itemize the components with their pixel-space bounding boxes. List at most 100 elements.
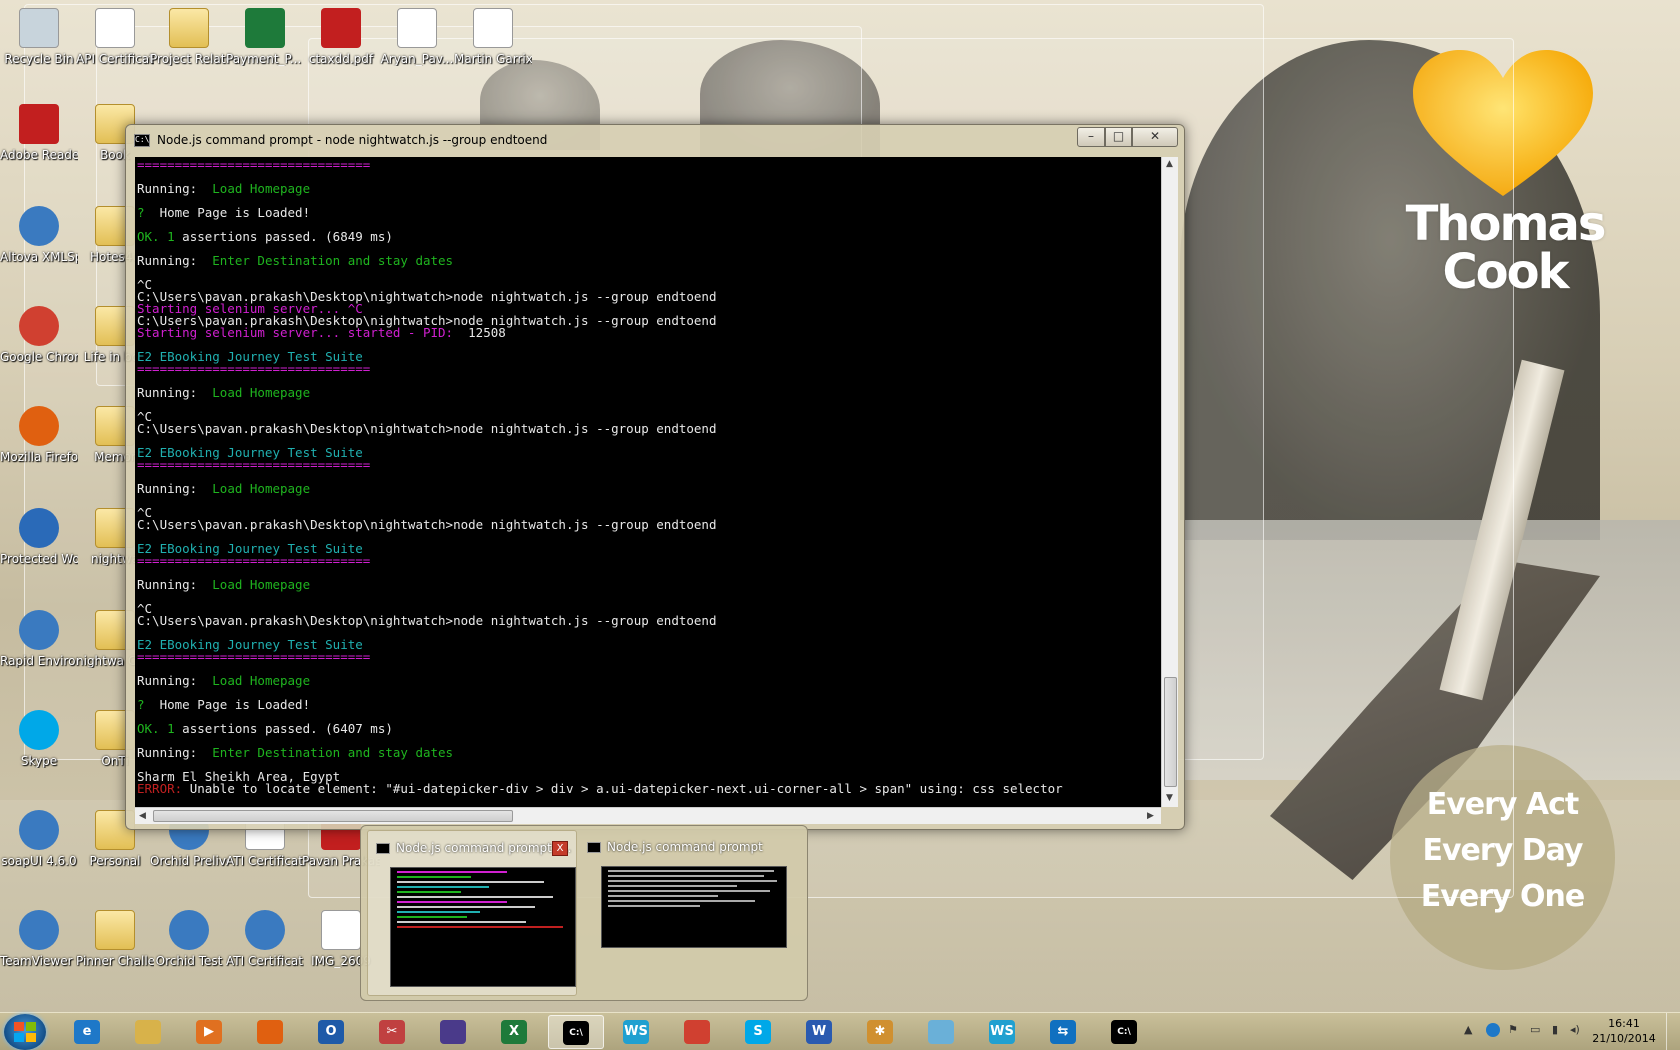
- preview-item-cmd[interactable]: Node.js command prompt: [579, 830, 789, 996]
- taskbar-outlook-button[interactable]: O: [304, 1015, 360, 1049]
- taskbar-cmd-button[interactable]: C:\: [1097, 1015, 1153, 1049]
- desktop-icon-label: Adobe Reader XI: [0, 148, 78, 162]
- console-output[interactable]: =============================== Running: …: [135, 157, 1161, 807]
- clock-time: 16:41: [1608, 1017, 1640, 1030]
- preview-close-button[interactable]: X: [552, 841, 568, 856]
- internet-explorer-icon: e: [74, 1020, 100, 1044]
- scroll-left-arrow-icon[interactable]: ◀: [139, 811, 146, 821]
- taskbar-skype-button[interactable]: S: [731, 1015, 787, 1049]
- desktop-icon[interactable]: Payment_P... - Copy.xlsx: [226, 8, 304, 66]
- desktop-icon[interactable]: Pinner Challenge...: [76, 910, 154, 968]
- desktop-icon-label: Pinner Challenge...: [76, 954, 154, 968]
- taskbar-file-explorer-button[interactable]: [121, 1015, 177, 1049]
- taskbar-eclipse-button[interactable]: [426, 1015, 482, 1049]
- horizontal-scrollbar[interactable]: ◀ ▶: [135, 807, 1161, 824]
- desktop-icon[interactable]: Aryan_Pav...: [378, 8, 456, 66]
- preview-item-node-cmd-active[interactable]: Node.js command prompt -... X: [367, 830, 577, 996]
- console-segment: Running:: [137, 745, 213, 760]
- close-button[interactable]: ✕: [1132, 127, 1178, 147]
- cmd-window-icon: C:\: [134, 134, 150, 147]
- desktop-icon-label: API Certificatio...: [76, 52, 154, 66]
- desktop-icon[interactable]: Martin Garrix-Ani...: [454, 8, 532, 66]
- clock-date: 21/10/2014: [1592, 1032, 1656, 1045]
- taskbar-firefox-button[interactable]: [243, 1015, 299, 1049]
- taskbar-orchid-button[interactable]: ✱: [853, 1015, 909, 1049]
- volume-icon[interactable]: ◂): [1570, 1023, 1584, 1037]
- scroll-up-arrow-icon[interactable]: ▲: [1166, 159, 1173, 169]
- app-icon: [19, 610, 59, 650]
- taskbar-notepad-button[interactable]: [914, 1015, 970, 1049]
- console-segment: Enter Destination and stay dates: [212, 745, 454, 760]
- horizontal-scroll-thumb[interactable]: [153, 810, 513, 822]
- console-segment: ===============================: [137, 649, 371, 664]
- app-icon: [19, 910, 59, 950]
- tray-app-icon[interactable]: [1486, 1023, 1500, 1037]
- desktop-icon[interactable]: API Certificatio...: [76, 8, 154, 66]
- taskbar-excel-button[interactable]: X: [487, 1015, 543, 1049]
- cmd-mini-icon: [587, 842, 601, 853]
- app-icon: [19, 206, 59, 246]
- snipping-tool-icon: ✂: [379, 1020, 405, 1044]
- webstorm-icon: WS: [623, 1020, 649, 1044]
- desktop-icon[interactable]: Recycle Bin: [0, 8, 78, 66]
- console-segment: Home Page is Loaded!: [144, 205, 311, 220]
- scroll-down-arrow-icon[interactable]: ▼: [1166, 793, 1173, 803]
- folder-icon: [95, 910, 135, 950]
- desktop-icon[interactable]: Project Related Docs: [150, 8, 228, 66]
- scroll-right-arrow-icon[interactable]: ▶: [1147, 811, 1154, 821]
- pdf-icon: [321, 8, 361, 48]
- network-icon[interactable]: ▭: [1530, 1023, 1544, 1037]
- console-line: ? Home Page is Loaded!: [137, 205, 1159, 220]
- window-title: Node.js command prompt - node nightwatch…: [157, 133, 548, 147]
- taskbar-node-cmd-button[interactable]: C:\: [548, 1015, 604, 1049]
- start-button[interactable]: [4, 1014, 46, 1050]
- desktop-icon-label: Rapid Environme...: [0, 654, 78, 668]
- desktop-icon[interactable]: ATI Certificat...: [226, 910, 304, 968]
- desktop-icon[interactable]: Google Chrome: [0, 306, 78, 364]
- node-command-prompt-window[interactable]: C:\ Node.js command prompt - node nightw…: [125, 124, 1185, 830]
- desktop-icon[interactable]: Orchid Test: [150, 910, 228, 968]
- console-line: Running: Load Homepage: [137, 182, 1159, 195]
- power-icon[interactable]: ▮: [1552, 1023, 1566, 1037]
- show-hidden-icons-icon[interactable]: ▲: [1464, 1023, 1478, 1037]
- doc-icon: [321, 910, 361, 950]
- orchid-icon: ✱: [867, 1020, 893, 1044]
- minimize-button[interactable]: –: [1077, 127, 1105, 147]
- desktop-icon[interactable]: Protected Workspace: [0, 508, 78, 566]
- console-line: Running: Load Homepage: [137, 674, 1159, 687]
- vertical-scroll-thumb[interactable]: [1164, 677, 1177, 787]
- taskbar-webstorm-2-button[interactable]: WS: [975, 1015, 1031, 1049]
- vertical-scrollbar[interactable]: ▲ ▼: [1161, 157, 1178, 807]
- node-cmd-icon: C:\: [563, 1021, 589, 1045]
- show-desktop-button[interactable]: [1666, 1013, 1680, 1050]
- desktop-icon[interactable]: Skype: [0, 710, 78, 768]
- console-segment: assertions passed. (6849 ms): [174, 229, 393, 244]
- maximize-button[interactable]: □: [1105, 127, 1132, 147]
- taskbar-internet-explorer-button[interactable]: e: [60, 1015, 116, 1049]
- skype-icon: [19, 710, 59, 750]
- desktop-icon[interactable]: Mozilla Firefox: [0, 406, 78, 464]
- desktop-icon[interactable]: Altova XMLSpy 20...: [0, 206, 78, 264]
- cmd-mini-icon: [376, 843, 390, 854]
- taskbar-chrome-button[interactable]: [670, 1015, 726, 1049]
- preview-title: Node.js command prompt -...: [376, 841, 571, 855]
- system-clock[interactable]: 16:41 21/10/2014: [1588, 1016, 1660, 1046]
- desktop-icon[interactable]: Adobe Reader XI: [0, 104, 78, 162]
- console-line: Running: Enter Destination and stay date…: [137, 745, 1159, 760]
- window-title-bar[interactable]: C:\ Node.js command prompt - node nightw…: [126, 125, 1184, 157]
- desktop-icon[interactable]: Rapid Environme...: [0, 610, 78, 668]
- taskbar-word-button[interactable]: W: [792, 1015, 848, 1049]
- console-segment: ?: [137, 697, 145, 712]
- console-segment: OK. 1: [137, 229, 175, 244]
- desktop-icon[interactable]: soapUI 4.6.0: [0, 810, 78, 868]
- flag-icon[interactable]: ⚑: [1508, 1023, 1522, 1037]
- taskbar-media-player-button[interactable]: ▶: [182, 1015, 238, 1049]
- taskbar-webstorm-button[interactable]: WS: [609, 1015, 665, 1049]
- taskbar-snipping-tool-button[interactable]: ✂: [365, 1015, 421, 1049]
- webstorm-2-icon: WS: [989, 1020, 1015, 1044]
- taskbar-teamviewer-button[interactable]: ⇆: [1036, 1015, 1092, 1049]
- desktop-icon[interactable]: ctaxdd.pdf: [302, 8, 380, 66]
- desktop-icon[interactable]: TeamViewer 9: [0, 910, 78, 968]
